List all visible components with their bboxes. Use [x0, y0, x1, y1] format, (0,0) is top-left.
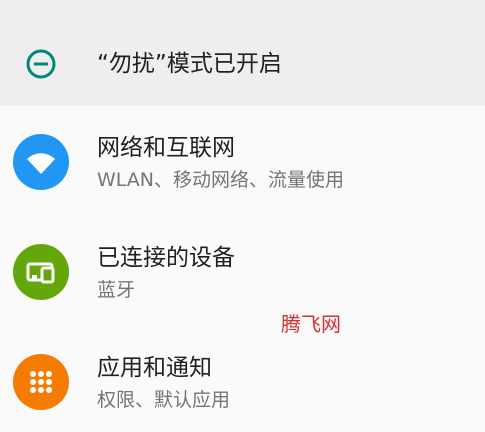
connected-devices-icon: [13, 244, 69, 300]
dnd-banner[interactable]: “勿扰”模式已开启: [0, 0, 485, 106]
dnd-banner-text: “勿扰”模式已开启: [97, 51, 282, 77]
settings-item-title: 网络和互联网: [97, 135, 235, 161]
settings-item-apps[interactable]: 应用和通知 权限、默认应用: [0, 330, 485, 432]
settings-item-title: 已连接的设备: [97, 245, 235, 271]
apps-grid-icon: [13, 354, 69, 410]
settings-item-network[interactable]: 网络和互联网 WLAN、移动网络、流量使用: [0, 110, 485, 215]
settings-item-connected-devices[interactable]: 已连接的设备 蓝牙: [0, 220, 485, 325]
settings-screen: “勿扰”模式已开启 网络和互联网 WLAN、移动网络、流量使用 已连接的设备 蓝…: [0, 0, 485, 432]
wifi-icon: [13, 134, 69, 190]
settings-item-title: 应用和通知: [97, 355, 212, 381]
settings-item-subtitle: WLAN、移动网络、流量使用: [97, 169, 345, 191]
do-not-disturb-icon: [26, 49, 56, 79]
settings-item-subtitle: 权限、默认应用: [97, 389, 231, 411]
watermark: 腾飞网: [281, 312, 341, 336]
settings-item-subtitle: 蓝牙: [97, 279, 136, 301]
